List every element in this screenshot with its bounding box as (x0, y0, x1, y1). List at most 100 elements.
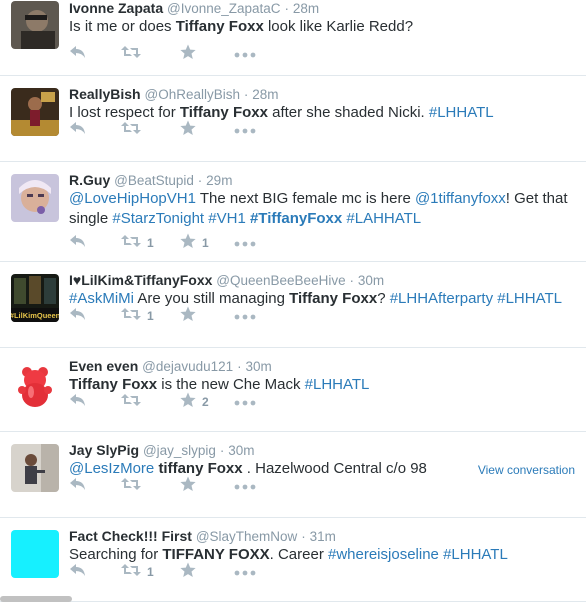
favorite-button[interactable] (180, 44, 202, 63)
separator: · (219, 443, 225, 458)
separator: · (243, 87, 249, 102)
hashtag-link[interactable]: #AskMiMi (69, 290, 134, 307)
username[interactable]: @BeatStupid (114, 173, 194, 188)
reply-button[interactable] (69, 121, 87, 139)
highlighted-text: Tiffany Foxx (179, 104, 268, 121)
more-button[interactable] (234, 563, 256, 581)
retweet-button[interactable] (121, 393, 147, 411)
avatar[interactable]: #LilKimQueen (11, 274, 59, 322)
tweet-text-line: single #StarzTonight #VH1 #TiffanyFoxx #… (69, 209, 574, 229)
favorite-button[interactable]: 2 (180, 392, 209, 411)
hashtag-link[interactable]: #StarzTonight (112, 210, 204, 227)
view-conversation-link[interactable]: View conversation (478, 463, 575, 477)
mention-link[interactable]: @LesIzMore (69, 460, 154, 477)
favorite-icon (180, 562, 196, 583)
tweet-text: Is it me or does Tiffany Foxx look like … (69, 17, 574, 37)
timestamp[interactable]: 30m (358, 273, 384, 288)
favorite-button[interactable]: 1 (180, 233, 209, 252)
username[interactable]: @dejavudu121 (142, 359, 233, 374)
hashtag-link[interactable]: #LHHATL (429, 104, 494, 121)
retweet-button[interactable]: 1 (121, 234, 154, 252)
separator: · (284, 1, 289, 16)
timestamp[interactable]: 29m (206, 173, 232, 188)
tweet[interactable]: Fact Check!!! First @SlayThemNow · 31m Se… (0, 518, 586, 602)
hashtag-link[interactable]: #LHHAfterparty (390, 290, 493, 307)
retweet-count: 1 (147, 236, 154, 250)
tweet[interactable]: R.Guy @BeatStupid · 29m @LoveHipHopVH1 Th… (0, 162, 586, 262)
timestamp[interactable]: 30m (228, 443, 254, 458)
more-button[interactable] (234, 393, 256, 411)
avatar[interactable] (11, 88, 59, 136)
reply-button[interactable] (69, 45, 87, 63)
reply-button[interactable] (69, 234, 87, 252)
hashtag-link[interactable]: #LHHATL (497, 290, 562, 307)
tweet-text-line: Searching for TIFFANY FOXX. Career #wher… (69, 545, 574, 565)
avatar[interactable] (11, 1, 59, 49)
horizontal-scrollbar[interactable] (0, 596, 72, 602)
username[interactable]: @jay_slypig (143, 443, 216, 458)
fullname[interactable]: Fact Check!!! First (69, 528, 192, 544)
retweet-button[interactable] (121, 121, 147, 139)
favorite-button[interactable] (180, 306, 202, 327)
reply-button[interactable] (69, 393, 87, 411)
fullname[interactable]: I♥LilKim&TiffanyFoxx (69, 272, 212, 288)
username[interactable]: @QueenBeeBeeHive (216, 273, 345, 288)
hashtag-link[interactable]: #LHHATL (443, 546, 508, 563)
favorite-button[interactable] (180, 476, 202, 495)
more-icon (234, 393, 256, 411)
more-button[interactable] (234, 307, 256, 325)
fullname[interactable]: Ivonne Zapata (69, 0, 163, 16)
more-button[interactable] (234, 45, 256, 63)
tweet[interactable]: Ivonne Zapata @Ivonne_ZapataC · 28m Is it… (0, 0, 586, 76)
tweet-text-line: #AskMiMi Are you still managing Tiffany … (69, 289, 574, 309)
tweet-text-line: I lost respect for Tiffany Foxx after sh… (69, 103, 574, 123)
retweet-button[interactable] (121, 45, 147, 63)
favorite-button[interactable] (180, 562, 202, 583)
timestamp[interactable]: 31m (310, 529, 336, 544)
reply-button[interactable] (69, 307, 87, 325)
tweet-text: #AskMiMi Are you still managing Tiffany … (69, 289, 574, 309)
tweet[interactable]: Jay SlyPig @jay_slypig · 30m @LesIzMore t… (0, 432, 586, 518)
username[interactable]: @OhReallyBish (144, 87, 240, 102)
favorite-count: 2 (202, 395, 209, 409)
timestamp[interactable]: 30m (245, 359, 271, 374)
mention-link[interactable]: @1tiffanyfoxx (415, 190, 506, 207)
avatar[interactable] (11, 360, 59, 408)
username[interactable]: @SlayThemNow (196, 529, 297, 544)
retweet-count: 1 (147, 565, 154, 579)
more-button[interactable] (234, 477, 256, 495)
favorite-icon (180, 306, 196, 327)
highlighted-text: Tiffany Foxx (175, 18, 264, 35)
fullname[interactable]: R.Guy (69, 172, 110, 188)
text-segment: Is it me or does (69, 18, 176, 35)
tweet[interactable]: Even even @dejavudu121 · 30m Tiffany Foxx… (0, 348, 586, 432)
username[interactable]: @Ivonne_ZapataC (167, 1, 281, 16)
fullname[interactable]: Jay SlyPig (69, 442, 139, 458)
mention-link[interactable]: @LoveHipHopVH1 (69, 190, 196, 207)
retweet-button[interactable]: 1 (121, 563, 154, 581)
hashtag-link[interactable]: #whereisjoseline (328, 546, 439, 563)
retweet-button[interactable]: 1 (121, 307, 154, 325)
tweet-header: R.Guy @BeatStupid · 29m (69, 171, 232, 190)
timestamp[interactable]: 28m (252, 87, 278, 102)
timestamp[interactable]: 28m (293, 1, 319, 16)
retweet-button[interactable] (121, 477, 147, 495)
hashtag-link[interactable]: #TiffanyFoxx (250, 210, 342, 227)
fullname[interactable]: Even even (69, 358, 138, 374)
hashtag-link[interactable]: #LAHHATL (346, 210, 421, 227)
more-button[interactable] (234, 121, 256, 139)
tweet[interactable]: ReallyBish @OhReallyBish · 28m I lost res… (0, 76, 586, 162)
favorite-button[interactable] (180, 120, 202, 139)
reply-icon (69, 307, 87, 326)
avatar[interactable] (11, 530, 59, 578)
avatar[interactable] (11, 444, 59, 492)
avatar[interactable] (11, 174, 59, 222)
reply-button[interactable] (69, 477, 87, 495)
hashtag-link[interactable]: #LHHATL (305, 376, 370, 393)
fullname[interactable]: ReallyBish (69, 86, 141, 102)
more-button[interactable] (234, 234, 256, 252)
hashtag-link[interactable]: #VH1 (208, 210, 246, 227)
tweet[interactable]: #LilKimQueen I♥LilKim&TiffanyFoxx @QueenB… (0, 262, 586, 348)
reply-button[interactable] (69, 563, 87, 581)
retweet-icon (121, 477, 141, 496)
